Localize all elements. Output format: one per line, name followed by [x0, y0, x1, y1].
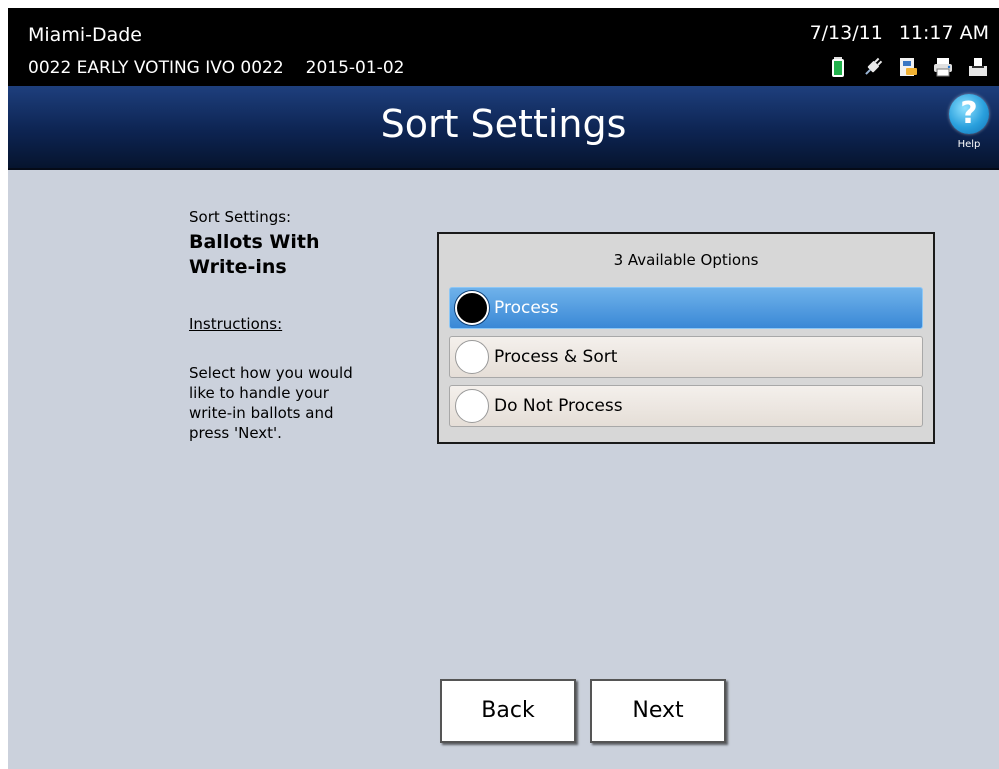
setting-name: Ballots With Write-ins	[189, 230, 389, 280]
instructions-label: Instructions:	[189, 315, 283, 333]
setting-name-line-1: Ballots With	[189, 231, 320, 253]
machine-id: 0022 EARLY VOTING IVO 0022	[28, 58, 284, 78]
voting-machine-screen: Miami-Dade 0022 EARLY VOTING IVO 0022 201…	[8, 8, 999, 769]
power-plug-icon	[862, 56, 884, 78]
setting-name-line-2: Write-ins	[189, 256, 287, 278]
option-do-not-process[interactable]: Do Not Process	[449, 385, 923, 427]
instructions-panel: Sort Settings: Ballots With Write-ins In…	[189, 208, 389, 443]
option-label: Process	[494, 298, 559, 318]
radio-unselected-icon	[455, 389, 489, 423]
options-panel: 3 Available Options Process Process & So…	[437, 232, 935, 444]
page-title: Sort Settings	[380, 102, 627, 146]
option-label: Process & Sort	[494, 347, 618, 367]
help-label: Help	[957, 139, 981, 150]
current-date: 7/13/11	[809, 22, 883, 44]
instructions-text: Select how you would like to handle your…	[189, 364, 353, 442]
battery-icon	[827, 56, 849, 78]
radio-unselected-icon	[455, 340, 489, 374]
options-header: 3 Available Options	[613, 251, 759, 269]
help-icon: ?	[949, 94, 989, 134]
status-bar: Miami-Dade 0022 EARLY VOTING IVO 0022 201…	[8, 8, 999, 86]
county-name: Miami-Dade	[28, 24, 142, 46]
status-icons	[827, 56, 989, 78]
election-date: 2015-01-02	[305, 58, 405, 78]
sort-settings-label: Sort Settings:	[189, 208, 292, 226]
datetime: 7/13/11 11:17 AM	[810, 22, 989, 44]
ballot-box-icon	[967, 56, 989, 78]
option-process-and-sort[interactable]: Process & Sort	[449, 336, 923, 378]
printer-icon	[932, 56, 954, 78]
next-button[interactable]: Next	[590, 679, 726, 743]
radio-selected-icon	[455, 291, 489, 325]
current-time: 11:17 AM	[898, 22, 989, 44]
option-process[interactable]: Process	[449, 287, 923, 329]
memory-card-icon	[897, 56, 919, 78]
machine-info: 0022 EARLY VOTING IVO 0022 2015-01-02	[28, 58, 404, 78]
back-button[interactable]: Back	[440, 679, 576, 743]
help-button[interactable]: ? Help	[947, 94, 991, 166]
title-bar: Sort Settings ? Help	[8, 86, 999, 170]
option-label: Do Not Process	[494, 396, 623, 416]
